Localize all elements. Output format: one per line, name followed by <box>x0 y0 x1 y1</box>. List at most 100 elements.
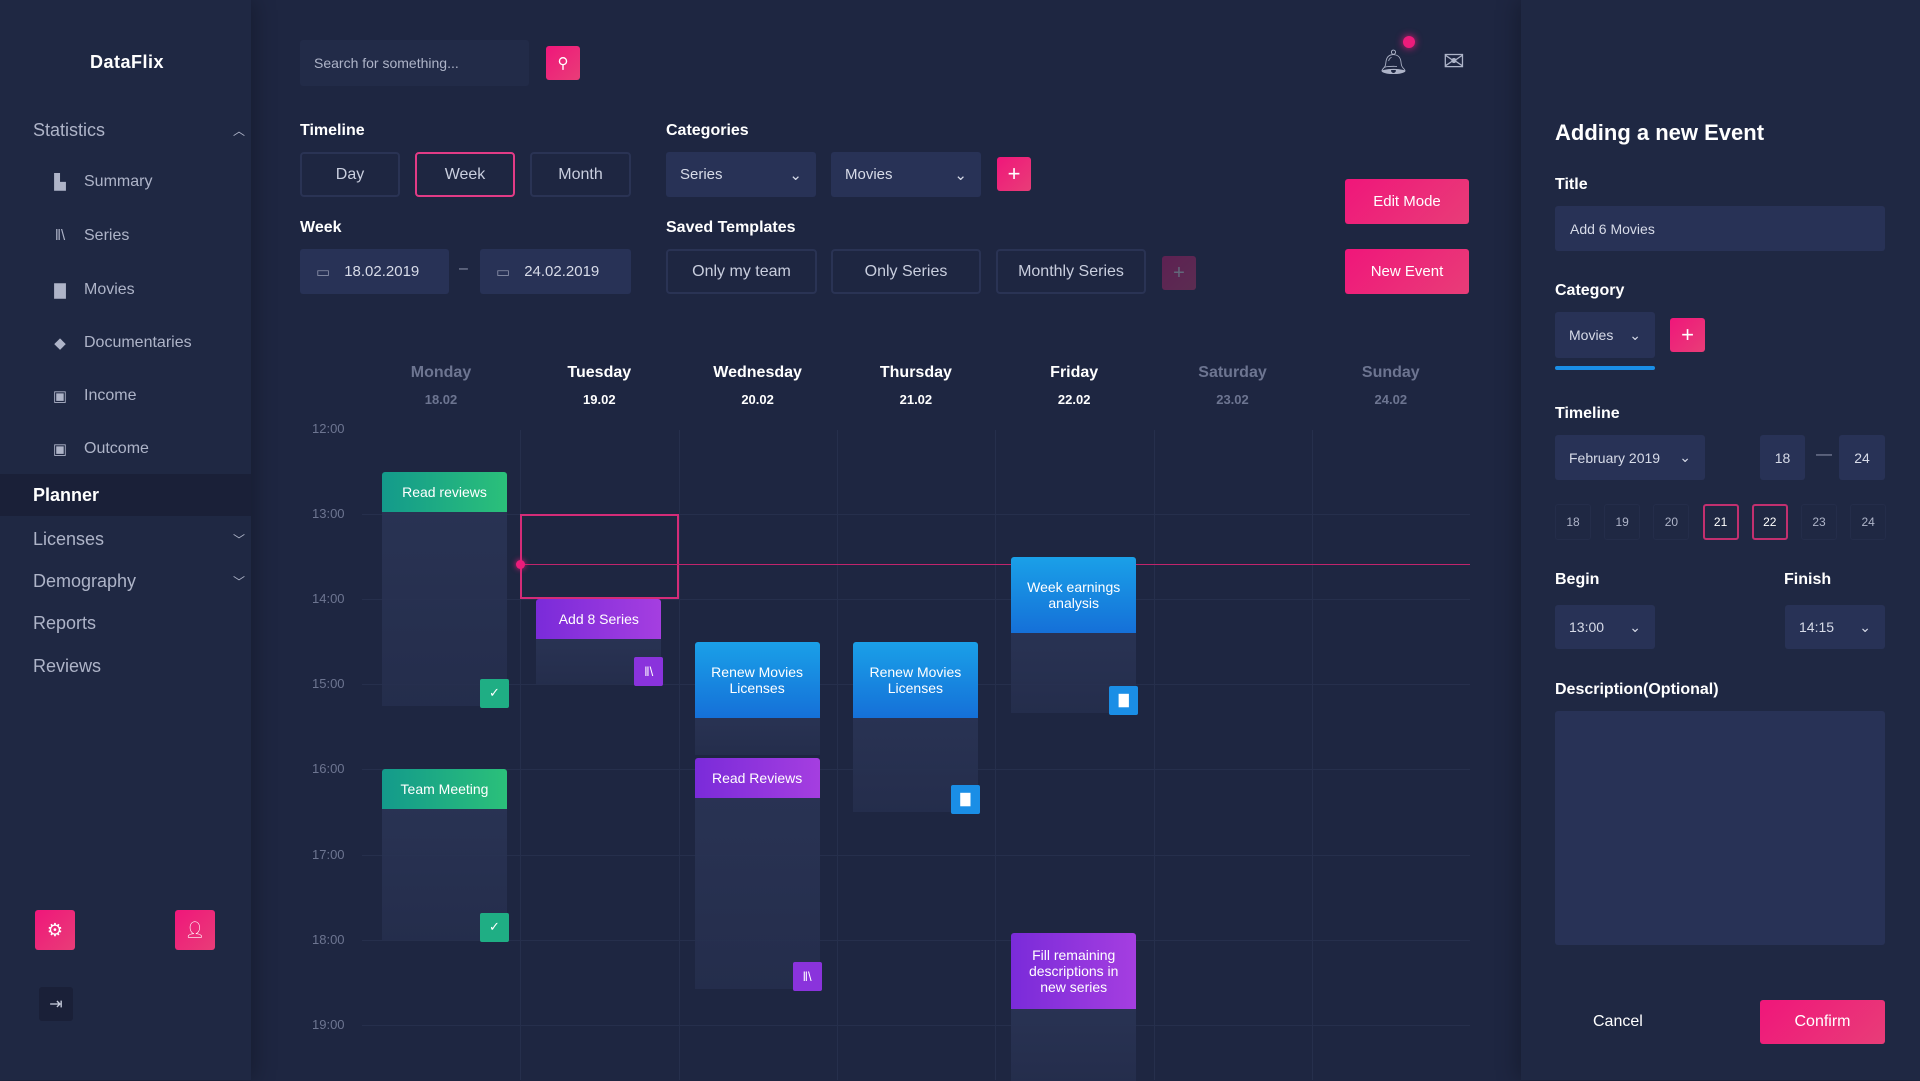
add-category-button[interactable]: + <box>997 157 1031 191</box>
calendar-event[interactable]: Team Meeting ✓ <box>382 769 507 939</box>
sidebar-item-income[interactable]: ▣Income <box>50 384 136 408</box>
sidebar-item-movies[interactable]: ▇Movies <box>50 278 135 302</box>
calendar-event[interactable]: Read Reviews ‖\ <box>695 758 820 989</box>
sidebar-group-demography[interactable]: Demography﹀ <box>33 571 253 592</box>
day-picker-option[interactable]: 20 <box>1653 504 1689 540</box>
calendar-event[interactable]: Fill remaining descriptions in new serie… <box>1011 933 1136 1081</box>
plus-icon: + <box>1008 161 1021 187</box>
title-input[interactable]: Add 6 Movies <box>1555 206 1885 251</box>
clipboard-in-icon: ▣ <box>50 387 70 405</box>
template-only-my-team[interactable]: Only my team <box>666 249 817 294</box>
month-select[interactable]: February 2019⌄ <box>1555 435 1705 480</box>
day-picker-option[interactable]: 21 <box>1703 504 1739 540</box>
sidebar-item-planner[interactable]: Planner <box>33 485 99 506</box>
edit-mode-button[interactable]: Edit Mode <box>1345 179 1469 224</box>
chevron-down-icon: ⌄ <box>954 166 967 184</box>
group-label: Licenses <box>33 529 104 549</box>
range-end-input[interactable]: 24 <box>1839 435 1885 480</box>
day-gridline <box>1154 430 1155 1080</box>
chevron-down-icon: ﹀ <box>233 573 245 590</box>
clapperboard-icon: ▇ <box>1109 686 1138 715</box>
categories-label: Categories <box>666 122 749 140</box>
search-button[interactable]: ⚲ <box>546 46 580 80</box>
finish-label: Finish <box>1784 571 1831 589</box>
mail-icon[interactable]: ✉ <box>1443 46 1465 77</box>
day-header[interactable]: Thursday <box>837 364 995 382</box>
week-end-date[interactable]: ▭24.02.2019 <box>480 249 631 294</box>
item-label: Series <box>84 227 129 245</box>
day-header[interactable]: Monday <box>362 364 520 382</box>
chevron-down-icon: ⌄ <box>1629 619 1641 636</box>
day-header[interactable]: Tuesday <box>520 364 678 382</box>
day-header[interactable]: Wednesday <box>679 364 837 382</box>
timeline-month-button[interactable]: Month <box>530 152 631 197</box>
select-value: Series <box>680 166 723 183</box>
event-title: Add 8 Series <box>536 599 661 639</box>
settings-button[interactable]: ⚙ <box>35 910 75 950</box>
week-start-date[interactable]: ▭18.02.2019 <box>300 249 449 294</box>
finish-time-select[interactable]: 14:15⌄ <box>1785 605 1885 649</box>
template-only-series[interactable]: Only Series <box>831 249 981 294</box>
calendar-event[interactable]: Renew Movies Licenses <box>695 642 820 755</box>
event-body <box>382 512 507 706</box>
day-header[interactable]: Saturday <box>1154 364 1312 382</box>
profile-button[interactable]: 👤︎ <box>175 910 215 950</box>
category-select-series[interactable]: Series ⌄ <box>666 152 816 197</box>
cancel-button[interactable]: Cancel <box>1593 1013 1643 1031</box>
day-picker-option[interactable]: 24 <box>1850 504 1886 540</box>
group-label: Statistics <box>33 120 105 140</box>
add-template-button[interactable]: + <box>1162 256 1196 290</box>
sidebar-item-reports[interactable]: Reports <box>33 613 96 634</box>
timeline-day-button[interactable]: Day <box>300 152 400 197</box>
title-label: Title <box>1555 176 1588 194</box>
day-picker-option[interactable]: 18 <box>1555 504 1591 540</box>
sidebar-item-documentaries[interactable]: ◆Documentaries <box>50 331 192 355</box>
sidebar-item-outcome[interactable]: ▣Outcome <box>50 437 149 461</box>
hour-gridline <box>362 599 1470 600</box>
day-picker-option[interactable]: 19 <box>1604 504 1640 540</box>
new-event-button[interactable]: New Event <box>1345 249 1469 294</box>
range-start-input[interactable]: 18 <box>1760 435 1805 480</box>
search-input[interactable]: Search for something... <box>300 40 529 86</box>
time-selection[interactable] <box>520 514 678 599</box>
calendar-event[interactable]: Read reviews ✓ <box>382 472 507 706</box>
description-label: Description(Optional) <box>1555 681 1719 699</box>
day-header[interactable]: Friday <box>995 364 1153 382</box>
calendar-event[interactable]: Week earnings analysis ▇ <box>1011 557 1136 713</box>
day-header[interactable]: Sunday <box>1312 364 1470 382</box>
sidebar-item-series[interactable]: ‖\Series <box>50 224 129 248</box>
template-monthly-series[interactable]: Monthly Series <box>996 249 1146 294</box>
confirm-button[interactable]: Confirm <box>1760 1000 1885 1044</box>
hour-label: 19:00 <box>312 1017 345 1032</box>
sidebar-item-reviews[interactable]: Reviews <box>33 656 101 677</box>
description-textarea[interactable] <box>1555 711 1885 945</box>
sidebar-group-statistics[interactable]: Statistics ︿ <box>33 120 253 141</box>
category-select-movies[interactable]: Movies⌄ <box>831 152 981 197</box>
sidebar-item-summary[interactable]: ▙Summary <box>50 170 152 194</box>
plus-icon: + <box>1173 262 1185 285</box>
day-date: 19.02 <box>520 392 678 407</box>
add-category-button[interactable]: + <box>1670 318 1705 352</box>
event-title: Team Meeting <box>382 769 507 809</box>
bell-icon[interactable]: 🔔︎ <box>1378 48 1408 77</box>
logout-button[interactable]: ⇥ <box>39 987 73 1021</box>
event-title: Week earnings analysis <box>1011 557 1136 633</box>
week-label: Week <box>300 219 342 237</box>
sidebar-group-licenses[interactable]: Licenses﹀ <box>33 529 253 550</box>
chevron-down-icon: ⌄ <box>1859 619 1871 636</box>
begin-time-select[interactable]: 13:00⌄ <box>1555 605 1655 649</box>
day-picker-option[interactable]: 23 <box>1801 504 1837 540</box>
calendar-event[interactable]: Add 8 Series ‖\ <box>536 599 661 684</box>
chevron-up-icon: ︿ <box>233 122 245 139</box>
day-date: 22.02 <box>995 392 1153 407</box>
category-select[interactable]: Movies⌄ <box>1555 312 1655 358</box>
chevron-down-icon: ⌄ <box>789 166 802 184</box>
timeline-week-button[interactable]: Week <box>415 152 515 197</box>
current-time-line <box>520 564 1470 565</box>
gear-icon: ⚙ <box>47 920 63 941</box>
day-date: 20.02 <box>679 392 837 407</box>
day-gridline <box>1312 430 1313 1080</box>
day-picker-option[interactable]: 22 <box>1752 504 1788 540</box>
range-dash: — <box>1816 446 1832 464</box>
calendar-event[interactable]: Renew Movies Licenses ▇ <box>853 642 978 812</box>
